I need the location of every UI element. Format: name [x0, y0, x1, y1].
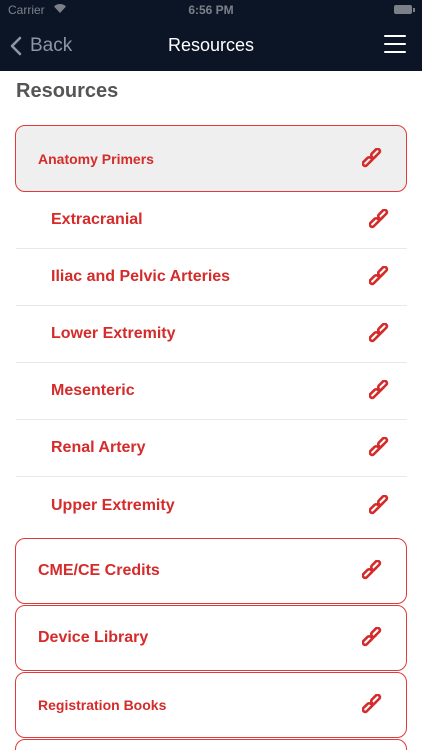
anatomy-primers-card[interactable]: Anatomy Primers [15, 125, 407, 192]
sub-item-label: Upper Extremity [51, 496, 175, 514]
link-icon [362, 560, 382, 580]
sub-item-upper-extremity[interactable]: Upper Extremity [16, 477, 407, 534]
next-resource-card-partial[interactable] [15, 739, 407, 750]
sub-item-label: Renal Artery [51, 439, 146, 456]
link-icon [362, 694, 382, 714]
cme-ce-credits-label: CME/CE Credits [38, 562, 160, 579]
sub-item-iliac-pelvic[interactable]: Iliac and Pelvic Arteries [16, 249, 407, 306]
link-icon [369, 380, 389, 400]
device-library-label: Device Library [38, 629, 149, 646]
sub-item-label: Extracranial [51, 211, 143, 228]
registration-books-card[interactable]: Registration Books [15, 672, 407, 738]
status-bar: Carrier 6:56 PM [0, 0, 422, 20]
cme-ce-credits-card[interactable]: CME/CE Credits [15, 538, 407, 604]
sub-item-lower-extremity[interactable]: Lower Extremity [16, 306, 407, 363]
link-icon [369, 266, 389, 286]
battery-icon [394, 5, 415, 14]
navigation-bar: Back Resources [0, 20, 422, 71]
registration-books-label: Registration Books [38, 697, 167, 713]
link-icon [369, 437, 389, 457]
sub-item-label: Lower Extremity [51, 325, 176, 342]
sub-item-label: Iliac and Pelvic Arteries [51, 268, 231, 285]
sub-item-renal-artery[interactable]: Renal Artery [16, 420, 407, 477]
nav-title: Resources [167, 35, 255, 55]
sub-item-extracranial[interactable]: Extracranial [16, 192, 407, 249]
link-icon [362, 627, 382, 647]
link-icon [369, 494, 389, 514]
status-time: 6:56 PM [188, 3, 234, 17]
sub-item-label: Mesenteric [51, 382, 135, 399]
page-title: Resources [16, 80, 119, 102]
sub-item-mesenteric[interactable]: Mesenteric [16, 363, 407, 420]
anatomy-primers-label: Anatomy Primers [38, 150, 154, 167]
link-icon [369, 209, 389, 229]
device-library-card[interactable]: Device Library [15, 605, 407, 671]
link-icon [362, 147, 382, 167]
hamburger-menu-icon[interactable] [384, 35, 406, 57]
link-icon [369, 323, 389, 343]
